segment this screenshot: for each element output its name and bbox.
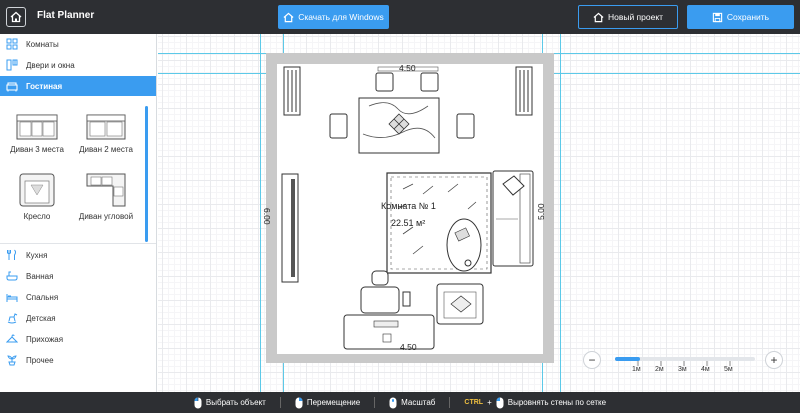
bottom-hint-bar: Выбрать объект Перемещение Масштаб CTRL …: [0, 392, 800, 413]
ctrl-key-label: CTRL: [464, 399, 484, 406]
sidebar-item-label: Прихожая: [26, 334, 64, 344]
home-icon: [283, 12, 294, 22]
hint-scale: Масштаб: [389, 397, 435, 409]
room-name: Комната № 1: [381, 201, 436, 211]
home-button[interactable]: [6, 7, 26, 27]
furniture-armchair[interactable]: Кресло: [3, 173, 71, 221]
sidebar-item-label: Ванная: [26, 271, 54, 281]
sidebar-item-label: Детская: [26, 313, 56, 323]
download-label: Скачать для Windows: [298, 12, 384, 22]
sidebar-item-bedroom[interactable]: Спальня: [0, 287, 156, 307]
home-icon: [593, 12, 604, 22]
top-toolbar: Flat Planner Скачать для Windows Новый п…: [0, 0, 800, 34]
shelf-left[interactable]: [283, 66, 301, 116]
sidebar-item-other[interactable]: Прочее: [0, 350, 156, 370]
shelf-right[interactable]: [515, 66, 533, 116]
sidebar: Комнаты Двери и окна Гостиная Диван 3 ме…: [0, 34, 157, 392]
download-windows-button[interactable]: Скачать для Windows: [278, 5, 389, 29]
zoom-tick-label: 5м: [724, 366, 733, 373]
hint-select-label: Выбрать объект: [205, 398, 266, 407]
plant-icon: [6, 354, 18, 366]
furniture-label: Кресло: [23, 212, 51, 221]
sidebar-item-label: Кухня: [26, 250, 48, 260]
sidebar-item-label: Комнаты: [26, 39, 59, 49]
hint-select: Выбрать объект: [194, 396, 266, 409]
divider: [279, 397, 281, 408]
toy-horse-icon: [6, 312, 18, 324]
divider: [449, 397, 451, 408]
dimension-left: 6.00: [262, 208, 272, 225]
zoom-in-button[interactable]: +: [765, 351, 783, 369]
sofa-icon: [6, 80, 18, 92]
home-icon: [10, 11, 22, 23]
zoom-tick-label: 3м: [678, 366, 687, 373]
sofa-right[interactable]: [492, 170, 534, 267]
mouse-right-click-icon: [295, 397, 303, 408]
door-window-icon: [6, 59, 18, 71]
hint-scale-label: Масштаб: [401, 398, 436, 407]
zoom-tick-label: 1м: [632, 366, 641, 373]
bed-icon: [6, 291, 18, 303]
sidebar-item-label: Двери и окна: [26, 60, 75, 70]
app-title: Flat Planner: [37, 10, 95, 21]
sidebar-item-hallway[interactable]: Прихожая: [0, 329, 156, 349]
dimension-right: 5.00: [536, 203, 546, 220]
hint-move-label: Перемещение: [306, 398, 361, 407]
armchair-icon: [19, 173, 55, 207]
desk[interactable]: [343, 314, 435, 350]
armchair[interactable]: [436, 283, 484, 325]
sidebar-item-bath[interactable]: Ванная: [0, 266, 156, 286]
plan-canvas[interactable]: 4.50 4.50 6.00 5.00 Комната № 1 22.51 м²…: [158, 34, 800, 392]
sidebar-item-doors-windows[interactable]: Двери и окна: [0, 55, 156, 75]
save-icon: [712, 12, 723, 22]
kitchen-icon: [6, 249, 18, 261]
sidebar-scrollbar[interactable]: [145, 106, 148, 242]
corner-sofa-icon: [86, 173, 126, 207]
hint-align-label: Выровнять стены по сетке: [507, 398, 607, 407]
sofa-3-seat-icon: [16, 114, 58, 140]
furniture-sofa-2[interactable]: Диван 2 места: [72, 114, 140, 154]
save-label: Сохранить: [726, 12, 770, 22]
coffee-table[interactable]: [446, 218, 482, 272]
room-area: 22.51 м²: [391, 218, 426, 228]
divider: [374, 397, 376, 408]
mouse-left-click-icon: [496, 396, 504, 408]
furniture-panel: Диван 3 места Диван 2 места Кресло Диван…: [0, 100, 156, 244]
tv-stand[interactable]: [281, 173, 299, 283]
sidebar-item-label: Прочее: [26, 355, 54, 365]
rooms-grid-icon: [6, 38, 18, 50]
sidebar-item-living-room[interactable]: Гостиная: [0, 76, 156, 96]
sidebar-item-label: Гостиная: [26, 81, 63, 91]
hanger-icon: [6, 333, 18, 345]
new-project-button[interactable]: Новый проект: [578, 5, 678, 29]
zoom-tick-label: 2м: [655, 366, 664, 373]
sidebar-item-rooms[interactable]: Комнаты: [0, 34, 156, 54]
mouse-left-click-icon: [194, 396, 202, 408]
hint-move: Перемещение: [295, 397, 360, 409]
sofa-2-seat-icon: [86, 114, 126, 140]
furniture-corner-sofa[interactable]: Диван угловой: [72, 173, 140, 221]
sidebar-item-kids[interactable]: Детская: [0, 308, 156, 328]
zoom-tick-label: 4м: [701, 366, 710, 373]
sidebar-item-label: Спальня: [26, 292, 59, 302]
new-project-label: Новый проект: [607, 12, 664, 22]
mouse-wheel-icon: [389, 397, 397, 408]
dimension-top: 4.50: [399, 63, 416, 73]
zoom-out-button[interactable]: −: [583, 351, 601, 369]
dimension-bottom: 4.50: [400, 342, 417, 352]
save-button[interactable]: Сохранить: [687, 5, 794, 29]
hint-align: CTRL + Выровнять стены по сетке: [464, 396, 607, 409]
furniture-sofa-3[interactable]: Диван 3 места: [3, 114, 71, 154]
furniture-label: Диван 3 места: [10, 145, 64, 154]
furniture-label: Диван 2 места: [79, 145, 133, 154]
bath-icon: [6, 270, 18, 282]
furniture-label: Диван угловой: [78, 212, 134, 221]
sidebar-item-kitchen[interactable]: Кухня: [0, 245, 156, 265]
plus-sign: +: [487, 398, 492, 407]
floor-plan: [266, 53, 554, 363]
